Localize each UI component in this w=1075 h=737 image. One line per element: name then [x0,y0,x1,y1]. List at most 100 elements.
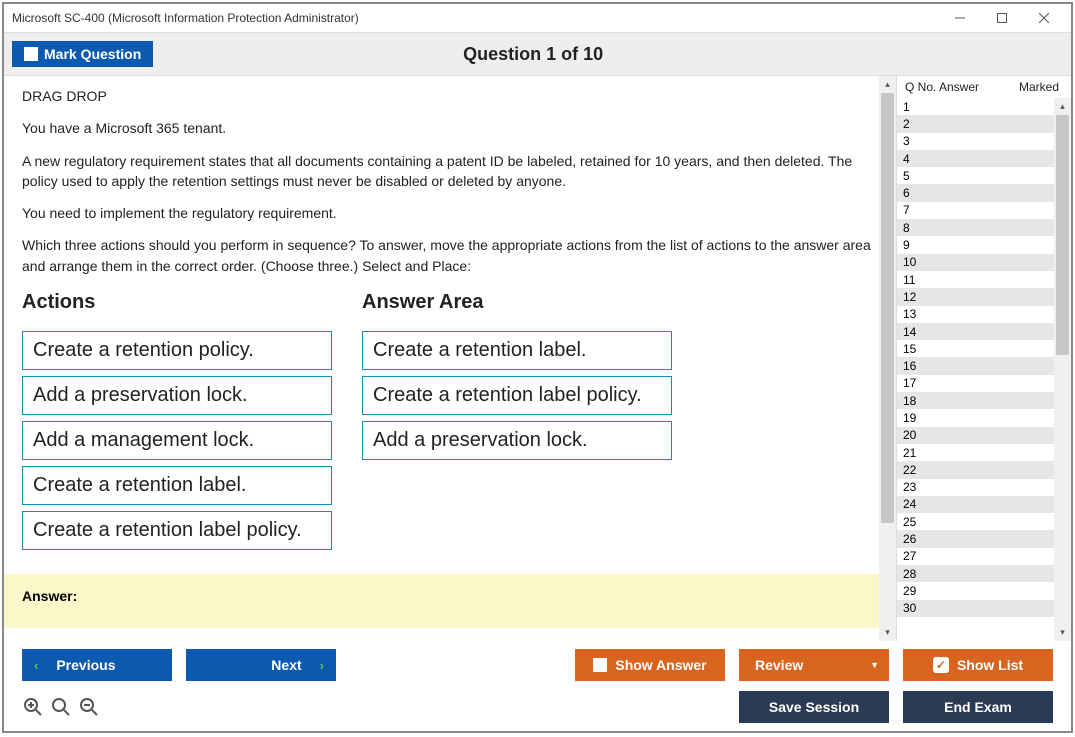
qlist-number: 29 [903,584,937,598]
qlist-scrollbar[interactable]: ▴ ▾ [1054,98,1071,641]
scroll-thumb[interactable] [881,93,894,523]
qlist-row[interactable]: 26 [897,530,1054,547]
question-type: DRAG DROP [22,86,878,106]
actions-heading: Actions [22,288,332,317]
zoom-reset-button[interactable] [50,696,72,718]
toolbar: Mark Question Question 1 of 10 [4,32,1071,76]
qlist-row[interactable]: 5 [897,167,1054,184]
scroll-thumb[interactable] [1056,115,1069,355]
qlist-number: 15 [903,342,937,356]
answer-item[interactable]: Add a preservation lock. [362,421,672,460]
action-item[interactable]: Add a management lock. [22,421,332,460]
answer-area-heading: Answer Area [362,288,672,317]
qlist-row[interactable]: 15 [897,340,1054,357]
window-title: Microsoft SC-400 (Microsoft Information … [12,11,941,25]
qlist-number: 26 [903,532,937,546]
close-button[interactable] [1025,7,1063,29]
scroll-down-icon[interactable]: ▾ [879,624,896,641]
qlist-row[interactable]: 29 [897,582,1054,599]
zoom-in-button[interactable] [22,696,44,718]
caret-down-icon: ▼ [870,660,879,670]
maximize-button[interactable] [983,7,1021,29]
qlist-number: 27 [903,549,937,563]
previous-label: Previous [56,657,115,673]
answer-area-column: Answer Area Create a retention label. Cr… [362,288,672,556]
qlist-number: 2 [903,117,937,131]
qlist-number: 18 [903,394,937,408]
qlist-number: 30 [903,601,937,615]
col-qno: Q No. [899,80,939,94]
question-para-3: You need to implement the regulatory req… [22,203,878,223]
save-session-button[interactable]: Save Session [739,691,889,723]
question-pane: DRAG DROP You have a Microsoft 365 tenan… [4,76,896,641]
qlist-row[interactable]: 8 [897,219,1054,236]
qlist-row[interactable]: 4 [897,150,1054,167]
qlist-number: 1 [903,100,937,114]
qlist-number: 5 [903,169,937,183]
previous-button[interactable]: ‹ Previous [22,649,172,681]
qlist-row[interactable]: 13 [897,306,1054,323]
window-controls [941,7,1063,29]
checkbox-icon [593,658,607,672]
qlist-row[interactable]: 25 [897,513,1054,530]
action-item[interactable]: Create a retention label. [22,466,332,505]
qlist-row[interactable]: 7 [897,202,1054,219]
qlist-row[interactable]: 9 [897,236,1054,253]
action-item[interactable]: Create a retention policy. [22,331,332,370]
save-session-label: Save Session [769,699,859,715]
question-list-pane: Q No. Answer Marked 12345678910111213141… [896,76,1071,641]
show-answer-button[interactable]: Show Answer [575,649,725,681]
qlist-header: Q No. Answer Marked [897,76,1071,98]
answer-box: Answer: [4,574,896,628]
end-exam-button[interactable]: End Exam [903,691,1053,723]
answer-item[interactable]: Create a retention label. [362,331,672,370]
question-scrollbar[interactable]: ▴ ▾ [879,76,896,641]
qlist-row[interactable]: 30 [897,600,1054,617]
checkbox-checked-icon: ✓ [933,657,949,673]
qlist-row[interactable]: 19 [897,409,1054,426]
qlist-row[interactable]: 14 [897,323,1054,340]
scroll-up-icon[interactable]: ▴ [879,76,896,93]
qlist-row[interactable]: 24 [897,496,1054,513]
qlist-row[interactable]: 23 [897,479,1054,496]
qlist-row[interactable]: 16 [897,357,1054,374]
qlist-number: 22 [903,463,937,477]
mark-question-button[interactable]: Mark Question [12,41,153,67]
qlist-number: 4 [903,152,937,166]
show-list-label: Show List [957,657,1023,673]
qlist-row[interactable]: 12 [897,288,1054,305]
footer: ‹ Previous Next › Show Answer Review ▼ ✓… [4,641,1071,731]
answer-item[interactable]: Create a retention label policy. [362,376,672,415]
qlist-row[interactable]: 21 [897,444,1054,461]
end-exam-label: End Exam [944,699,1012,715]
qlist-row[interactable]: 28 [897,565,1054,582]
chevron-left-icon: ‹ [34,658,38,673]
checkbox-icon [24,47,38,61]
qlist-row[interactable]: 18 [897,392,1054,409]
minimize-button[interactable] [941,7,979,29]
qlist-row[interactable]: 10 [897,254,1054,271]
next-button[interactable]: Next › [186,649,336,681]
show-list-button[interactable]: ✓ Show List [903,649,1053,681]
qlist-number: 24 [903,497,937,511]
chevron-right-icon: › [320,658,324,673]
qlist-row[interactable]: 1 [897,98,1054,115]
action-item[interactable]: Add a preservation lock. [22,376,332,415]
qlist-row[interactable]: 3 [897,133,1054,150]
qlist-row[interactable]: 2 [897,115,1054,132]
qlist-row[interactable]: 20 [897,427,1054,444]
qlist-row[interactable]: 6 [897,184,1054,201]
scroll-up-icon[interactable]: ▴ [1054,98,1071,115]
qlist-row[interactable]: 17 [897,375,1054,392]
action-item[interactable]: Create a retention label policy. [22,511,332,550]
footer-row-1: ‹ Previous Next › Show Answer Review ▼ ✓… [22,649,1053,681]
review-dropdown[interactable]: Review ▼ [739,649,889,681]
qlist-row[interactable]: 22 [897,461,1054,478]
qlist-row[interactable]: 27 [897,548,1054,565]
scroll-down-icon[interactable]: ▾ [1054,624,1071,641]
qlist-number: 16 [903,359,937,373]
zoom-controls [22,696,100,718]
qlist-row[interactable]: 11 [897,271,1054,288]
zoom-out-button[interactable] [78,696,100,718]
app-window: Microsoft SC-400 (Microsoft Information … [2,2,1073,733]
